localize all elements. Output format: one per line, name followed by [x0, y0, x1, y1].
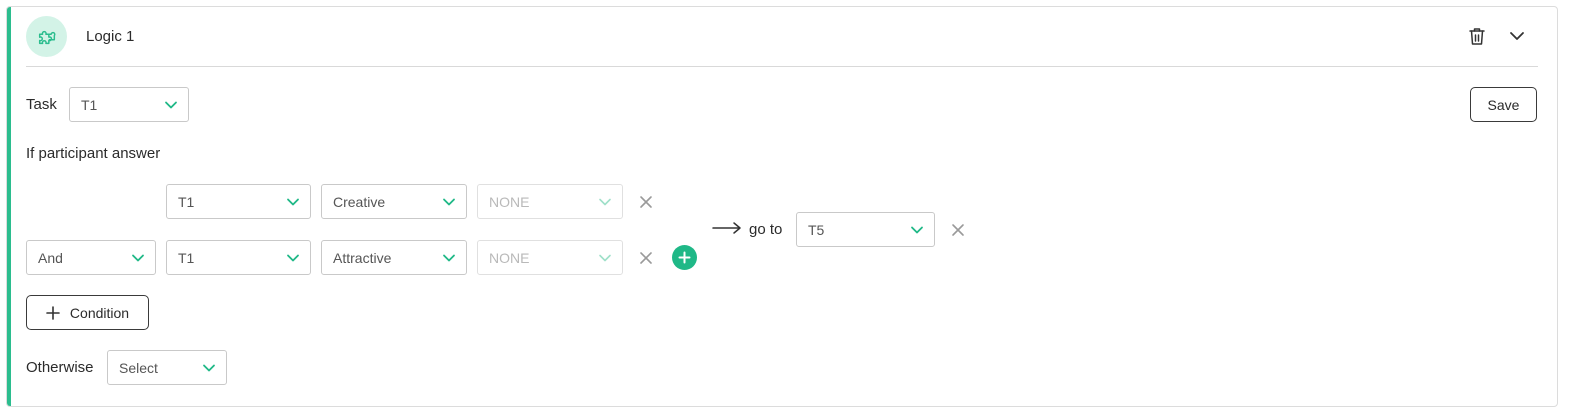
task-label: Task — [26, 96, 57, 113]
condition-modifier-select: NONE — [477, 240, 623, 275]
condition-task-select[interactable]: T1 — [166, 184, 311, 219]
goto-label: go to — [749, 221, 783, 238]
condition-answer-select[interactable]: Attractive — [321, 240, 467, 275]
otherwise-select[interactable]: Select — [107, 350, 227, 385]
add-condition-button[interactable]: Condition — [26, 295, 149, 330]
save-button[interactable]: Save — [1470, 87, 1537, 122]
chevron-down-icon — [599, 254, 611, 261]
chevron-down-icon — [599, 198, 611, 205]
plus-icon — [46, 305, 60, 320]
remove-condition-icon[interactable] — [637, 249, 655, 267]
logic-card: Logic 1 Task T1 Save If participant answ… — [6, 6, 1558, 407]
chevron-down-icon — [165, 101, 177, 108]
chevron-down-icon — [911, 226, 923, 233]
chevron-down-icon[interactable] — [1505, 24, 1529, 48]
chevron-down-icon — [287, 198, 299, 205]
card-accent-bar — [7, 7, 11, 406]
add-condition-row-button[interactable] — [672, 245, 697, 270]
goto-select[interactable]: T5 — [796, 212, 935, 247]
condition-heading: If participant answer — [26, 145, 161, 162]
chevron-down-icon — [203, 364, 215, 371]
condition-modifier-select: NONE — [477, 184, 623, 219]
remove-condition-icon[interactable] — [637, 193, 655, 211]
task-select[interactable]: T1 — [69, 87, 189, 122]
add-condition-label: Condition — [69, 304, 130, 321]
trash-icon[interactable] — [1465, 24, 1489, 48]
remove-goto-icon[interactable] — [949, 221, 967, 239]
chevron-down-icon — [132, 254, 144, 261]
puzzle-icon — [26, 16, 67, 57]
chevron-down-icon — [287, 254, 299, 261]
condition-task-select[interactable]: T1 — [166, 240, 311, 275]
header-divider — [26, 66, 1538, 67]
logic-title: Logic 1 — [86, 28, 135, 45]
otherwise-label: Otherwise — [26, 359, 94, 376]
chevron-down-icon — [443, 198, 455, 205]
arrow-right-icon — [712, 221, 742, 235]
connector-select[interactable]: And — [26, 240, 156, 275]
condition-answer-select[interactable]: Creative — [321, 184, 467, 219]
chevron-down-icon — [443, 254, 455, 261]
